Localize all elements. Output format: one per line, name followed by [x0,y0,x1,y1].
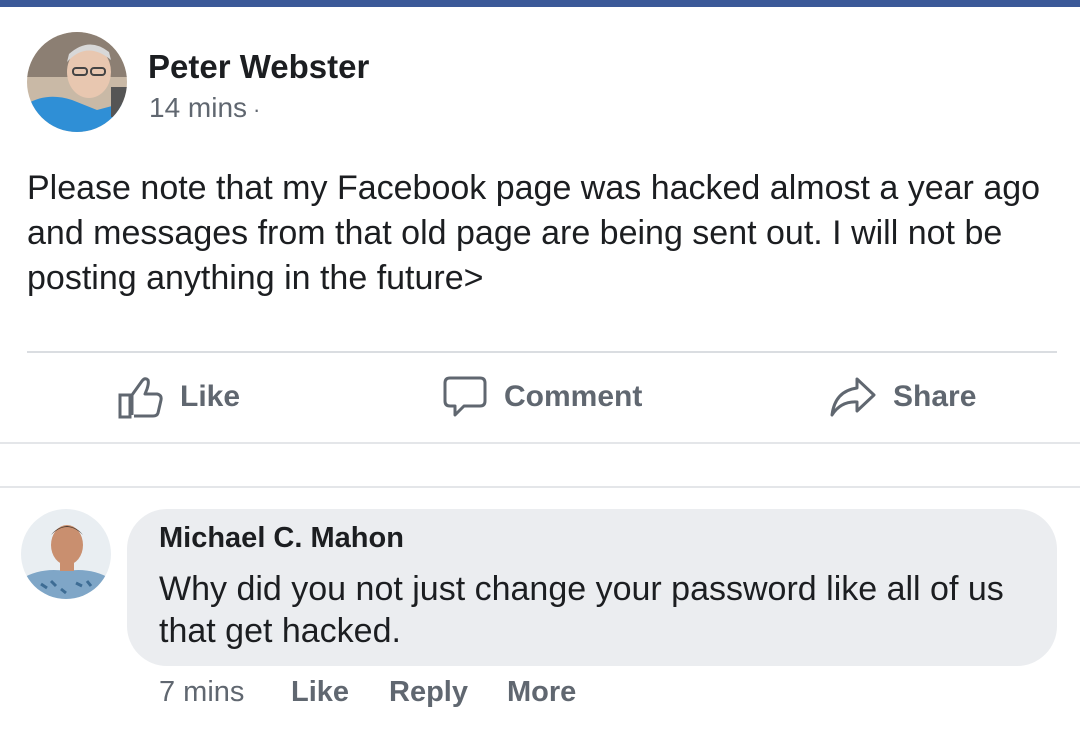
divider [0,486,1080,488]
post-timestamp-text[interactable]: 14 mins [149,92,247,123]
comment-like-link[interactable]: Like [291,676,349,709]
comment-timestamp[interactable]: 7 mins [159,676,244,709]
like-button-label: Like [180,380,241,413]
profile-photo-icon [27,32,127,132]
top-brand-bar [0,0,1080,7]
post-timestamp[interactable]: 14 mins · [149,92,260,124]
divider [27,351,1057,353]
share-arrow-icon [830,377,876,417]
speech-bubble-icon [443,376,487,417]
comment-button-label: Comment [504,380,643,413]
avatar[interactable] [27,32,127,132]
section-gap [0,444,1080,486]
meta-separator: · [253,97,261,122]
profile-photo-icon [21,509,111,599]
post-body-text: Please note that my Facebook page was ha… [27,169,1041,297]
share-button[interactable]: Share [829,372,976,422]
comment-text: Why did you not just change your passwor… [159,570,1004,650]
post-author-name[interactable]: Peter Webster [148,48,369,86]
share-button-label: Share [893,380,977,413]
comment-author-name[interactable]: Michael C. Mahon [159,522,404,555]
comment-reply-link[interactable]: Reply [389,676,468,709]
thumbs-up-icon [118,377,163,419]
like-button[interactable]: Like [118,372,240,422]
comment-more-link[interactable]: More [507,676,576,709]
commenter-avatar[interactable] [21,509,111,599]
comment-button[interactable]: Comment [442,372,642,422]
